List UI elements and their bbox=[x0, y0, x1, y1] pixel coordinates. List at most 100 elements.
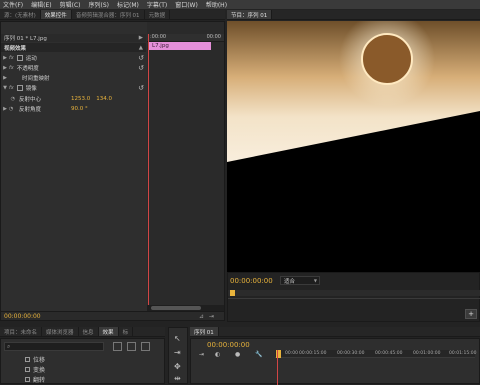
effect-row[interactable]: ▶ fx 不透明度 ↺ bbox=[1, 63, 146, 72]
ruler-tick: 00:00:30:00 bbox=[337, 351, 365, 356]
expand-triangle-icon[interactable]: ▶ bbox=[1, 75, 9, 81]
add-marker-icon[interactable]: ● bbox=[235, 351, 240, 358]
reset-icon[interactable]: ↺ bbox=[138, 84, 144, 92]
filter-icon[interactable]: ⊿ bbox=[199, 313, 204, 320]
stopwatch-icon[interactable]: ◔ bbox=[1, 96, 15, 102]
timeline-panel: 00:00:00:00 ⇥ ◐ ● 🔧 00:00 00:00:15:00 00… bbox=[190, 338, 480, 385]
effect-row[interactable]: ▶ fx 运动 ↺ bbox=[1, 53, 146, 62]
track-select-tool-icon[interactable]: ⇥ bbox=[174, 348, 181, 357]
filter-accelerated-icon[interactable] bbox=[113, 342, 122, 351]
menu-title[interactable]: 字幕(T) bbox=[147, 0, 167, 9]
effect-timeline: :00:00 00:00 L7.jpg bbox=[147, 22, 224, 320]
folder-icon bbox=[25, 357, 30, 362]
folder-icon bbox=[25, 367, 30, 372]
menu-window[interactable]: 窗口(W) bbox=[175, 0, 198, 9]
param-value-y[interactable]: 134.0 bbox=[96, 96, 112, 102]
wrench-icon[interactable]: 🔧 bbox=[255, 351, 262, 358]
fit-dropdown[interactable]: 适合 ▼ bbox=[280, 276, 320, 285]
divider bbox=[228, 298, 480, 299]
ripple-edit-tool-icon[interactable]: ✥ bbox=[174, 362, 181, 371]
param-row: ◔ 反射中心 1253.0 134.0 bbox=[1, 94, 146, 103]
rolling-edit-tool-icon[interactable]: ⇹ bbox=[174, 374, 181, 383]
ruler-start: :00:00 bbox=[150, 34, 167, 40]
linked-selection-icon[interactable]: ◐ bbox=[215, 351, 220, 358]
bottom-left-tabbar: 项目：未命名 媒体浏览器 信息 效果 标 bbox=[0, 327, 165, 337]
menu-help[interactable]: 帮助(H) bbox=[206, 0, 227, 9]
timeline-timecode[interactable]: 00:00:00:00 bbox=[207, 341, 250, 349]
clip-name: L7.jpg bbox=[152, 43, 169, 49]
search-input[interactable]: ⌕ bbox=[4, 342, 104, 351]
menu-edit[interactable]: 编辑(E) bbox=[31, 0, 51, 9]
clip-path-row: 序列 01 * L7.jpg ▶ bbox=[1, 34, 146, 42]
param-value-x[interactable]: 1253.0 bbox=[71, 96, 90, 102]
effects-browser-panel: ⌕ 位移 变换 翻转 bbox=[0, 338, 165, 384]
ruler-tick: 00:00:15:00 bbox=[299, 351, 327, 356]
list-item[interactable]: 变换 bbox=[25, 365, 45, 374]
scrollbar-thumb[interactable] bbox=[151, 306, 201, 310]
selection-tool-icon[interactable]: ↖ bbox=[174, 334, 181, 343]
video-effects-header: 视频效果 ▲ bbox=[1, 43, 146, 52]
snap-icon[interactable]: ⇥ bbox=[199, 351, 204, 358]
program-timecode[interactable]: 00:00:00:00 bbox=[230, 277, 273, 285]
collapse-triangle-icon[interactable]: ▼ bbox=[1, 85, 9, 91]
menu-marker[interactable]: 标记(M) bbox=[117, 0, 139, 9]
effect-motion: 运动 bbox=[25, 55, 37, 62]
item-label: 变换 bbox=[33, 367, 46, 374]
timeline-playhead-line[interactable] bbox=[277, 350, 278, 385]
list-item[interactable]: 位移 bbox=[25, 355, 45, 364]
playhead-line[interactable] bbox=[148, 34, 149, 314]
param-value-angle[interactable]: 90.0 ° bbox=[71, 106, 88, 112]
menu-sequence[interactable]: 序列(S) bbox=[89, 0, 110, 9]
folder-icon bbox=[25, 377, 30, 382]
tab-sequence[interactable]: 序列 01 bbox=[190, 327, 219, 336]
list-item[interactable]: 翻转 bbox=[25, 375, 45, 384]
param-row: ▶ ◔ 反射角度 90.0 ° bbox=[1, 104, 146, 113]
fx-icon[interactable]: fx bbox=[9, 85, 14, 91]
program-tabbar: 节目：序列 01 bbox=[227, 10, 480, 20]
expand-triangle-icon[interactable]: ▶ bbox=[1, 106, 9, 112]
tab-project[interactable]: 项目：未命名 bbox=[0, 327, 43, 336]
add-button[interactable]: + bbox=[465, 309, 477, 319]
effect-row[interactable]: ▼ fx 镜像 ↺ bbox=[1, 83, 146, 92]
timeline-tabbar: 序列 01 bbox=[190, 327, 480, 337]
filter-yuv-icon[interactable] bbox=[141, 342, 150, 351]
transform-icon bbox=[16, 54, 23, 61]
menu-file[interactable]: 文件(F) bbox=[3, 0, 23, 9]
effect-controls-footer: 00:00:00:00 ⊿ ⇥ bbox=[1, 311, 224, 320]
item-label: 位移 bbox=[33, 357, 46, 364]
program-monitor-view[interactable] bbox=[227, 21, 480, 272]
tab-source[interactable]: 源：(无素材) bbox=[0, 10, 41, 19]
tab-effects[interactable]: 效果 bbox=[98, 327, 119, 336]
tab-metadata[interactable]: 元数据 bbox=[145, 10, 171, 19]
expand-triangle-icon[interactable]: ▶ bbox=[1, 55, 9, 61]
reset-icon[interactable]: ↺ bbox=[138, 54, 144, 62]
fx-icon[interactable]: fx bbox=[9, 55, 14, 61]
expand-icon[interactable]: ▶ bbox=[139, 35, 143, 41]
clip-bar[interactable]: L7.jpg bbox=[149, 42, 211, 50]
ruler-tick: 00:01:15:00 bbox=[449, 351, 477, 356]
filter-32bit-icon[interactable] bbox=[127, 342, 136, 351]
reset-icon[interactable]: ↺ bbox=[138, 64, 144, 72]
timeline-ruler[interactable]: 00:00 00:00:15:00 00:00:30:00 00:00:45:0… bbox=[275, 350, 477, 358]
effect-opacity: 不透明度 bbox=[16, 65, 39, 72]
stopwatch-icon[interactable]: ◔ bbox=[9, 106, 15, 112]
item-label: 翻转 bbox=[33, 377, 46, 384]
menu-clip[interactable]: 剪辑(C) bbox=[60, 0, 81, 9]
current-timecode[interactable]: 00:00:00:00 bbox=[4, 313, 41, 320]
tab-program-monitor[interactable]: 节目：序列 01 bbox=[227, 10, 273, 19]
tab-markers[interactable]: 标 bbox=[119, 327, 134, 336]
export-icon[interactable]: ⇥ bbox=[209, 313, 214, 320]
tab-audio-mixer[interactable]: 音频剪辑混合器：序列 01 bbox=[72, 10, 145, 19]
scrub-bar[interactable] bbox=[228, 290, 480, 296]
video-frame bbox=[227, 21, 480, 272]
tab-media-browser[interactable]: 媒体浏览器 bbox=[42, 327, 79, 336]
tab-info[interactable]: 信息 bbox=[79, 327, 99, 336]
expand-icon[interactable]: ▲ bbox=[139, 45, 143, 51]
tab-effect-controls[interactable]: 效果控件 bbox=[40, 10, 72, 19]
expand-triangle-icon[interactable]: ▶ bbox=[1, 65, 9, 71]
effect-row[interactable]: ▶ 时间重映射 bbox=[1, 73, 146, 82]
transform-icon bbox=[16, 84, 23, 91]
fx-icon[interactable]: fx bbox=[9, 65, 14, 71]
playhead-marker[interactable] bbox=[230, 290, 235, 296]
effect-controls-panel: 序列 01 * L7.jpg ▶ 视频效果 ▲ ▶ fx 运动 ↺ ▶ fx 不… bbox=[0, 21, 225, 321]
